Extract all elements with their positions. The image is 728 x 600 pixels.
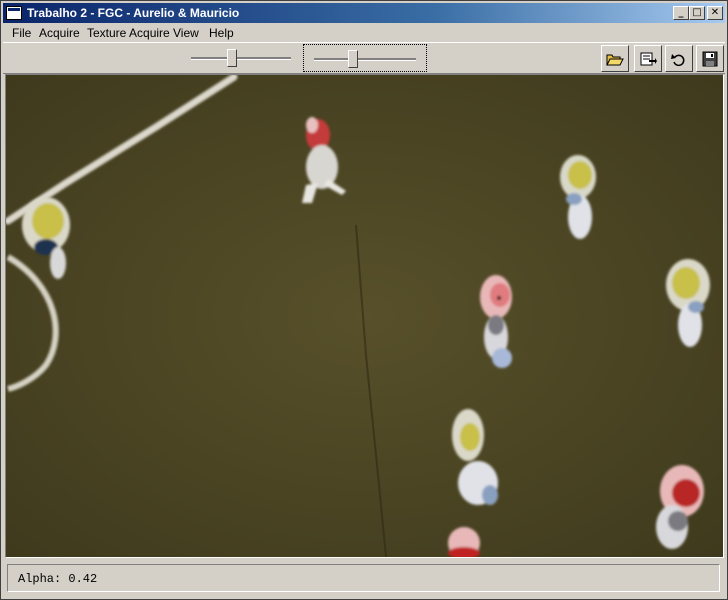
slider-2-track — [314, 58, 416, 61]
maximize-button[interactable]: □ — [689, 6, 705, 20]
menu-help[interactable]: Help — [209, 26, 234, 40]
menu-texture-acquire[interactable]: Texture Acquire — [87, 26, 170, 40]
open-folder-icon — [606, 54, 624, 65]
export-button[interactable] — [634, 45, 662, 72]
undo-icon — [671, 53, 685, 66]
slider-1[interactable] — [187, 44, 299, 72]
menu-file[interactable]: File — [12, 26, 31, 40]
menu-view[interactable]: View — [173, 26, 199, 40]
undo-button[interactable] — [665, 45, 693, 72]
close-button[interactable]: ✕ — [707, 6, 723, 20]
slider-1-track — [191, 57, 291, 60]
save-button[interactable] — [696, 45, 724, 72]
slider-2-thumb[interactable] — [348, 50, 358, 68]
status-text: Alpha: 0.42 — [18, 572, 98, 586]
minimize-button[interactable]: _ — [673, 6, 689, 20]
app-icon — [6, 6, 22, 20]
window-title: Trabalho 2 - FGC - Aurelio & Mauricio — [27, 6, 240, 20]
soccer-field-image — [6, 75, 723, 557]
menu-bar: File Acquire Texture Acquire View Help — [3, 23, 725, 42]
video-frame[interactable] — [5, 74, 724, 558]
title-bar[interactable]: Trabalho 2 - FGC - Aurelio & Mauricio _ … — [3, 3, 725, 23]
export-icon — [640, 52, 657, 65]
slider-2[interactable] — [303, 44, 427, 72]
app-window: Trabalho 2 - FGC - Aurelio & Mauricio _ … — [0, 0, 728, 600]
toolbar — [3, 42, 725, 74]
status-bar: Alpha: 0.42 — [7, 564, 720, 592]
open-button[interactable] — [601, 45, 629, 72]
save-icon — [702, 51, 718, 66]
slider-1-thumb[interactable] — [227, 49, 237, 67]
menu-acquire[interactable]: Acquire — [39, 26, 80, 40]
